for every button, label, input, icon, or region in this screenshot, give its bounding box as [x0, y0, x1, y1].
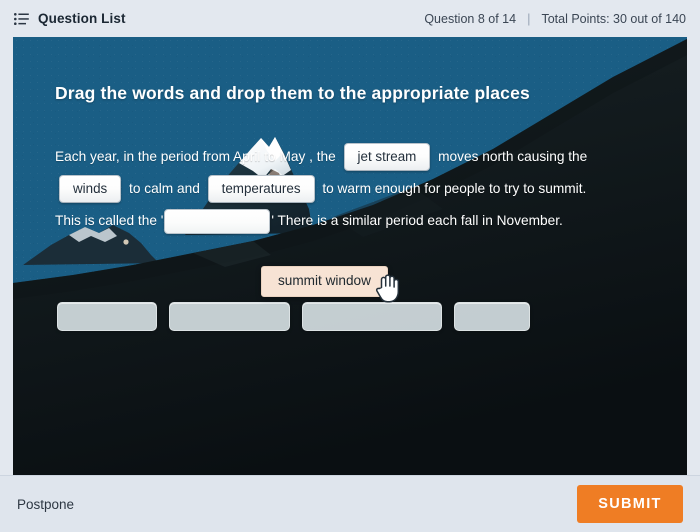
total-points: Total Points: 30 out of 140: [541, 11, 686, 26]
cloze-text-2: to calm and: [125, 181, 204, 196]
inline-drop-slot[interactable]: [164, 208, 271, 234]
question-list-button[interactable]: Question List: [14, 11, 126, 26]
progress-info: Question 8 of 14 | Total Points: 30 out …: [424, 11, 686, 26]
cloze-paragraph: Each year, in the period from April to M…: [55, 141, 593, 237]
answer-chip-temperatures[interactable]: temperatures: [207, 175, 315, 204]
cloze-text-4: ' There is a similar period each fall in…: [271, 213, 563, 228]
dropzone-4[interactable]: [454, 302, 530, 331]
top-bar: Question List Question 8 of 14 | Total P…: [0, 0, 700, 37]
submit-button[interactable]: SUBMIT: [577, 485, 683, 523]
question-list-label: Question List: [38, 11, 126, 26]
footer-bar: Postpone SUBMIT: [0, 475, 700, 532]
cloze-text-0: Each year, in the period from April to M…: [55, 149, 340, 164]
dropzone-1[interactable]: [57, 302, 157, 331]
question-title: Drag the words and drop them to the appr…: [55, 83, 530, 103]
question-stage: Drag the words and drop them to the appr…: [13, 37, 687, 475]
cloze-text-1: moves north causing the: [434, 149, 592, 164]
dropzone-2[interactable]: [169, 302, 290, 331]
postpone-link[interactable]: Postpone: [17, 497, 74, 512]
dropzone-3[interactable]: [302, 302, 442, 331]
question-counter: Question 8 of 14: [424, 11, 517, 26]
dragged-word-token[interactable]: summit window: [261, 266, 388, 297]
header-separator: |: [527, 11, 531, 26]
answer-chip-jet-stream[interactable]: jet stream: [343, 143, 431, 172]
answer-chip-winds[interactable]: winds: [59, 175, 122, 204]
dropzone-tray: [57, 302, 530, 331]
list-icon: [14, 12, 29, 25]
